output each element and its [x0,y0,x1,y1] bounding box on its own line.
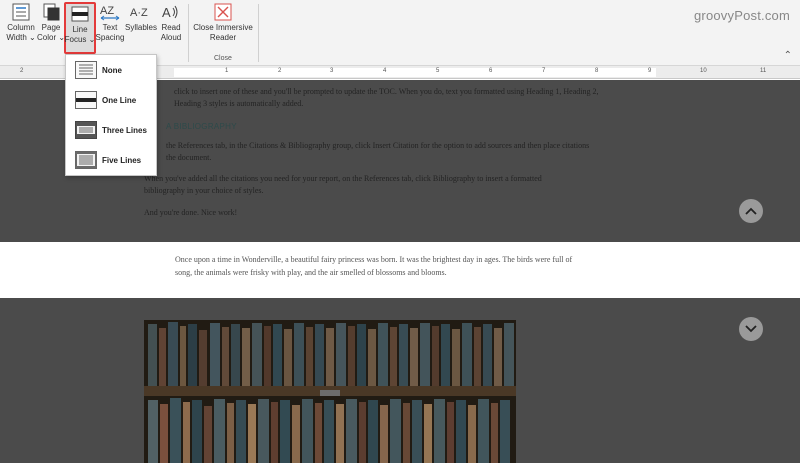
line-focus-five-lines-option[interactable]: Five Lines [70,147,154,173]
svg-text:AZ: AZ [100,5,114,17]
scroll-down-button[interactable] [739,317,763,341]
one-line-icon [75,91,97,109]
column-width-icon [12,3,30,21]
text-spacing-icon: AZ [100,5,120,21]
doc-text-line: the document. [166,153,212,162]
doc-text-line: the References tab, in the Citations & B… [166,141,590,150]
ruler-number: 2 [278,68,282,74]
none-lines-icon [75,61,97,79]
doc-text-line: Heading 3 styles is automatically added. [174,99,304,108]
line-focus-label-2: Focus ⌄ [64,35,96,44]
doc-text-line: When you've added all the citations you … [144,174,542,183]
line-focus-one-line-label: One Line [102,95,137,105]
ribbon-separator [188,4,189,62]
column-width-button[interactable]: Column Width ⌄ [4,2,38,54]
five-lines-icon [75,151,97,169]
chevron-down-icon [745,325,757,333]
syllables-button[interactable]: A·Z Syllables [124,2,158,54]
line-focus-menu: None One Line Three Lines Five Lines [65,54,157,176]
page-color-button[interactable]: Page Color ⌄ [36,2,66,54]
ruler-number: 10 [700,68,707,74]
focus-text-line: song, the animals were frisky with play,… [175,268,447,277]
close-immersive-reader-button[interactable]: Close Immersive Reader [192,2,254,54]
line-focus-three-lines-option[interactable]: Three Lines [70,117,154,143]
text-spacing-label-1: Text [102,23,118,32]
line-focus-button[interactable]: Line Focus ⌄ [64,2,96,54]
text-spacing-label-2: Spacing [95,33,125,42]
close-reader-label-1: Close Immersive [193,23,253,32]
read-aloud-label-2: Aloud [160,33,182,42]
page-color-icon [43,3,60,21]
focus-text-line: Once upon a time in Wonderville, a beaut… [175,255,573,264]
syllables-icon: A·Z [130,7,148,19]
close-icon [214,3,232,21]
read-aloud-icon: A [162,5,178,20]
line-focus-icon [71,6,89,22]
line-focus-label-1: Line [72,25,88,34]
ruler-number: 11 [760,68,767,74]
line-focus-none-option[interactable]: None [70,57,154,83]
svg-text:A: A [162,5,171,20]
close-reader-label-2: Reader [209,33,237,42]
doc-text-line: bibliography in your choice of styles. [144,186,264,195]
scroll-up-button[interactable] [739,199,763,223]
text-spacing-button[interactable]: AZ Text Spacing [95,2,125,54]
doc-heading: A BIBLIOGRAPHY [166,122,237,131]
ruler-number: 2 [20,68,24,74]
doc-text-line: And you're done. Nice work! [144,208,238,217]
line-focus-three-lines-label: Three Lines [102,125,147,135]
collapse-ribbon-icon[interactable]: ⌃ [784,50,792,61]
ruler-text-area [174,68,656,77]
svg-text:A·Z: A·Z [130,7,148,19]
line-focus-five-lines-label: Five Lines [102,155,142,165]
ruler-number: 6 [489,68,493,74]
line-focus-one-line-option[interactable]: One Line [70,87,154,113]
ribbon-separator [258,4,259,62]
ruler-number: 7 [542,68,546,74]
syllables-label: Syllables [124,23,157,32]
column-width-label-2: Width ⌄ [6,33,36,42]
brand-watermark: groovyPost.com [693,8,790,23]
ruler-number: 1 [225,68,229,74]
ruler-number: 4 [383,68,387,74]
ruler-number: 8 [595,68,599,74]
ruler-number: 9 [648,68,652,74]
page-color-label-2: Color ⌄ [36,33,66,42]
close-group-label: Close [214,55,232,62]
chevron-up-icon [745,207,757,215]
read-aloud-label-1: Read [161,23,181,32]
ruler-number: 5 [436,68,440,74]
ruler-number: 3 [330,68,334,74]
page-color-label-1: Page [41,23,61,32]
column-width-label-1: Column [7,23,35,32]
three-lines-icon [75,121,97,139]
doc-text-line: click to insert one of these and you'll … [174,87,599,96]
bookshelf-image [144,320,516,463]
line-focus-none-label: None [102,65,122,75]
read-aloud-button[interactable]: A Read Aloud [158,2,184,54]
